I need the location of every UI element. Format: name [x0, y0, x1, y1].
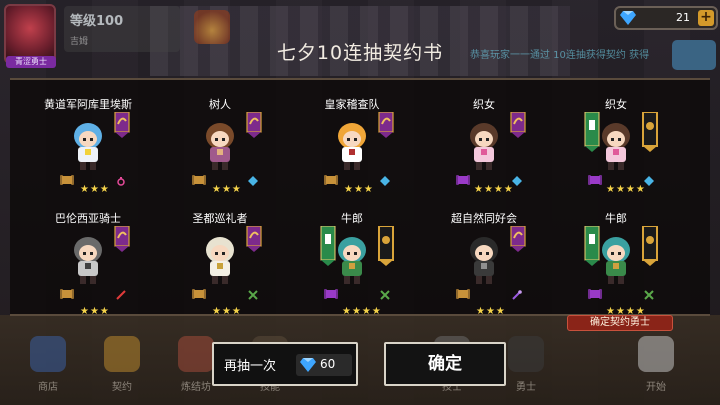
class-banner-icon [642, 226, 658, 266]
nav-item[interactable]: 开始 [626, 330, 686, 405]
hero-name: 牛郎 [605, 212, 627, 225]
hero-portrait [67, 120, 109, 172]
hero-card[interactable]: 皇家稽查队 ★★★ [286, 96, 418, 214]
hero-stars: ★★★ [80, 306, 110, 317]
hero-card[interactable]: 圣都巡礼者 ★★★ [154, 210, 286, 328]
nav-item[interactable]: 契约 [92, 330, 152, 405]
hero-card[interactable]: 牛郎 ★★★★ [550, 210, 682, 328]
dialog-title: 七夕10连抽契约书 [276, 42, 444, 64]
class-banner-icon [642, 112, 658, 152]
hero-stars: ★★★★ [474, 184, 514, 195]
hero-portrait [463, 120, 505, 172]
hero-stars: ★★★ [344, 184, 374, 195]
nav-label: 契约 [112, 382, 132, 393]
hero-stars: ★★★★ [606, 184, 646, 195]
scroll-icon [192, 288, 206, 300]
hero-card[interactable]: 树人 ★★★ [154, 96, 286, 214]
gem-icon [380, 176, 390, 186]
hero-card[interactable]: 巴伦西亚骑士 ★★★ [22, 210, 154, 328]
hero-portrait [331, 120, 373, 172]
diamond-icon [620, 11, 636, 25]
nav-icon [178, 336, 214, 372]
hero-portrait [331, 234, 373, 286]
scroll-icon [192, 174, 206, 186]
class-banner-icon [246, 226, 262, 252]
nav-icon [508, 336, 544, 372]
nav-icon [104, 336, 140, 372]
hero-name: 织女 [605, 98, 627, 111]
redraw-button[interactable]: 再抽一次 60 [212, 342, 358, 386]
bottom-nav: 商店 契约 炼结坊 技能 技士 勇士 开始 [0, 330, 720, 405]
gem-icon [248, 176, 258, 186]
hero-card[interactable]: 织女 ★★★★ [550, 96, 682, 214]
hero-name: 黄道军阿库里埃斯 [44, 98, 132, 111]
gem-count: 21 [676, 11, 690, 24]
hero-portrait [67, 234, 109, 286]
class-banner-icon [246, 112, 262, 138]
hero-name: 巴伦西亚骑士 [55, 212, 121, 225]
hero-card[interactable]: 超自然同好会 ★★★ [418, 210, 550, 328]
purple-scroll-icon [324, 288, 338, 300]
gem-icon [512, 176, 522, 186]
cross-swords-icon [380, 290, 390, 300]
cross-swords-icon [248, 290, 258, 300]
hero-card[interactable]: 织女 ★★★★ [418, 96, 550, 214]
hero-stars: ★★★ [476, 306, 506, 317]
hero-stars: ★★★ [212, 184, 242, 195]
hero-stars: ★★★ [212, 306, 242, 317]
scroll-icon [456, 288, 470, 300]
class-banner-icon [114, 112, 130, 138]
hero-portrait [595, 120, 637, 172]
purple-scroll-icon [588, 174, 602, 186]
nav-label: 开始 [646, 382, 666, 393]
nav-icon [638, 336, 674, 372]
hero-name: 皇家稽查队 [324, 98, 380, 111]
class-banner-icon [510, 112, 526, 138]
sword-icon [116, 290, 126, 300]
magic-ring-icon [116, 176, 126, 186]
cross-swords-icon [644, 290, 654, 300]
hero-card[interactable]: 黄道军阿库里埃斯 ★★★ [22, 96, 154, 214]
hero-portrait [199, 120, 241, 172]
player-level: 等级100 [70, 14, 124, 29]
redraw-cost: 60 [296, 354, 352, 376]
confirm-heroes-tag: 确定契约勇士 [567, 315, 673, 331]
hero-stars: ★★★★ [342, 306, 382, 317]
add-gems-button[interactable]: + [698, 10, 714, 26]
purple-scroll-icon [588, 288, 602, 300]
hero-name: 树人 [209, 98, 231, 111]
class-banner-icon [114, 226, 130, 252]
purple-scroll-icon [456, 174, 470, 186]
confirm-button[interactable]: 确定 [384, 342, 506, 386]
gem-icon [644, 176, 654, 186]
scroll-icon [60, 174, 74, 186]
hero-card[interactable]: 牛郎 ★★★★ [286, 210, 418, 328]
class-banner-icon [510, 226, 526, 252]
gem-balance: 21 + [614, 6, 718, 30]
class-banner-icon [378, 112, 394, 138]
diamond-icon [300, 358, 316, 372]
hero-portrait [463, 234, 505, 286]
scroll-icon [60, 288, 74, 300]
nav-icon [30, 336, 66, 372]
redraw-label: 再抽一次 [224, 359, 277, 374]
hero-name: 圣都巡礼者 [192, 212, 248, 225]
class-banner-icon [378, 226, 394, 266]
nav-label: 商店 [38, 382, 58, 393]
redraw-cost-value: 60 [320, 357, 336, 371]
hero-name: 超自然同好会 [451, 212, 517, 225]
hero-portrait [199, 234, 241, 286]
scroll-icon [324, 174, 338, 186]
hero-name: 织女 [473, 98, 495, 111]
nav-item[interactable]: 商店 [18, 330, 78, 405]
wand-icon [512, 290, 522, 300]
hero-stars: ★★★ [80, 184, 110, 195]
hero-portrait [595, 234, 637, 286]
hero-name: 牛郎 [341, 212, 363, 225]
